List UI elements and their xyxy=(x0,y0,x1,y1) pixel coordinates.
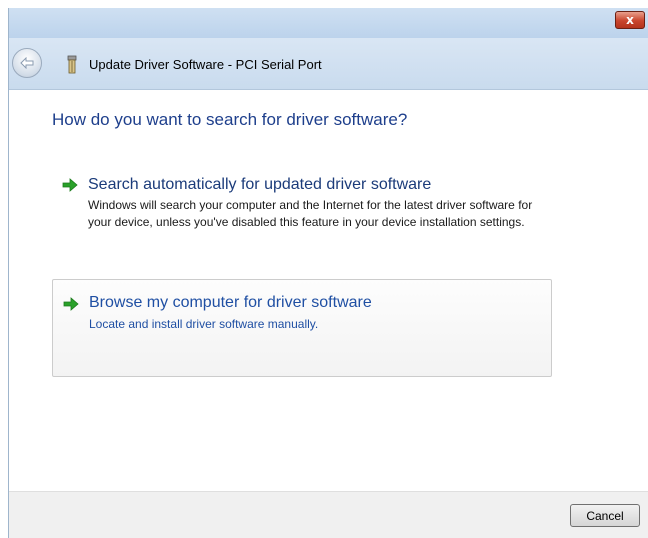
option-title: Browse my computer for driver software xyxy=(89,294,372,311)
cancel-button[interactable]: Cancel xyxy=(570,504,640,527)
option-description: Windows will search your computer and th… xyxy=(88,198,533,229)
back-arrow-icon xyxy=(20,57,34,69)
search-automatically-option[interactable]: Search automatically for updated driver … xyxy=(52,168,552,264)
dialog-window: x Update Driver Software - PCI Serial Po… xyxy=(8,8,648,538)
dialog-title: Update Driver Software - PCI Serial Port xyxy=(89,57,322,72)
title-bar[interactable]: x xyxy=(9,8,648,38)
close-button[interactable]: x xyxy=(615,11,645,29)
footer-bar: Cancel xyxy=(9,491,648,538)
page-heading: How do you want to search for driver sof… xyxy=(52,110,408,129)
close-icon: x xyxy=(626,13,634,27)
green-arrow-icon xyxy=(63,297,79,311)
green-arrow-icon xyxy=(62,178,78,192)
option-description: Locate and install driver software manua… xyxy=(89,317,319,331)
navigation-bar: Update Driver Software - PCI Serial Port xyxy=(9,38,648,90)
back-button[interactable] xyxy=(12,48,42,78)
browse-computer-option[interactable]: Browse my computer for driver software L… xyxy=(52,279,552,377)
device-icon xyxy=(67,55,77,74)
option-title: Search automatically for updated driver … xyxy=(88,176,432,193)
